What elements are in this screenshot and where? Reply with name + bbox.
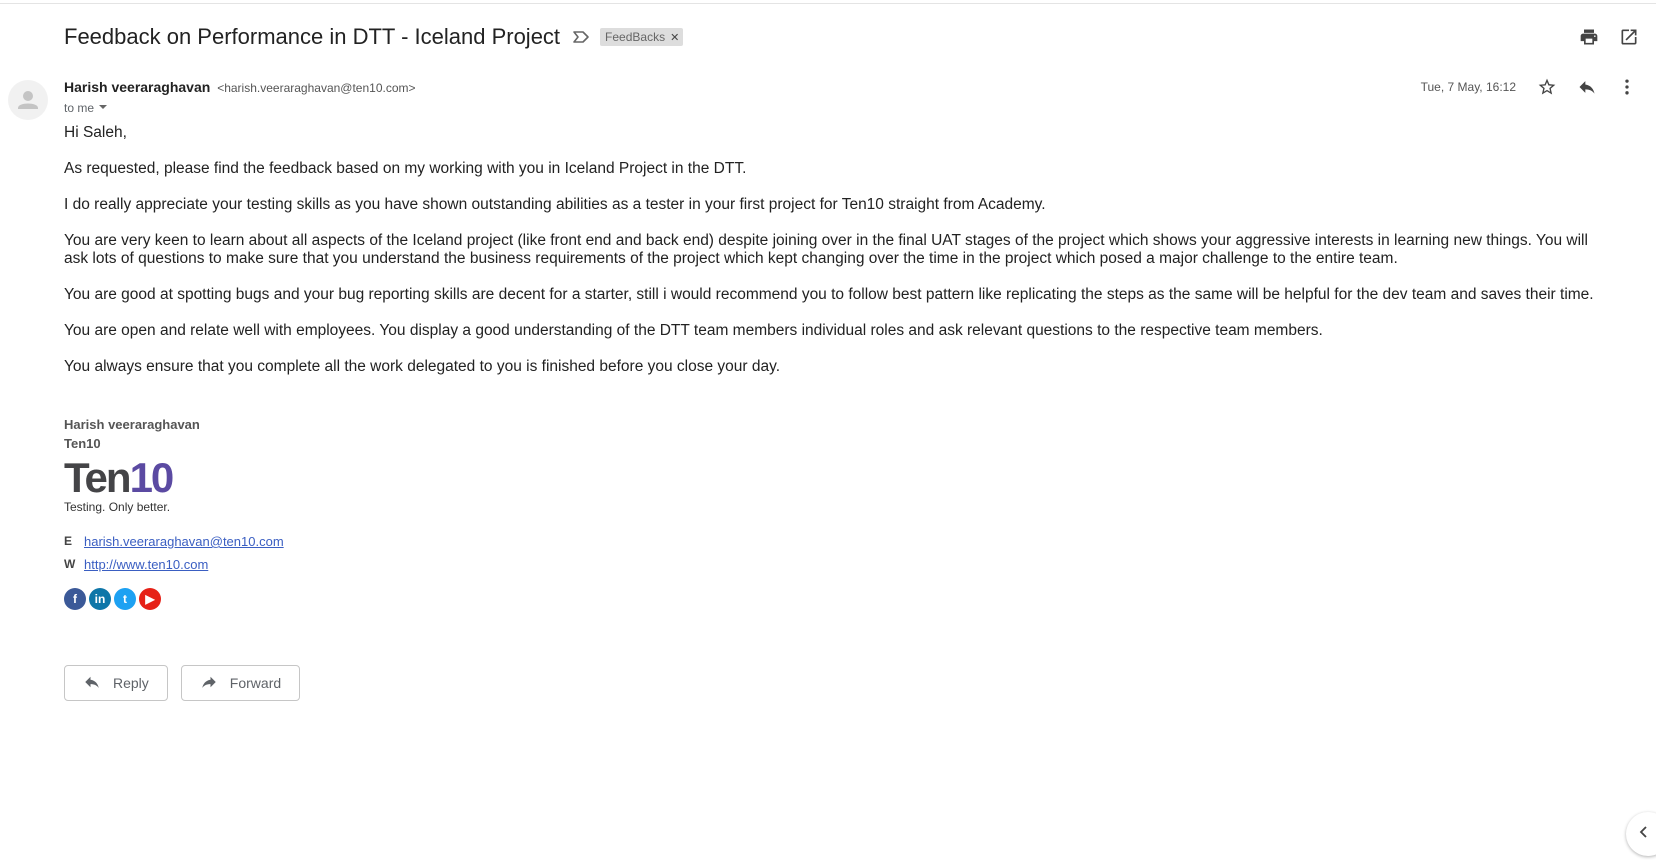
- reply-bar: Reply Forward: [64, 665, 301, 701]
- facebook-icon[interactable]: f: [64, 588, 86, 610]
- twitter-icon[interactable]: t: [114, 588, 136, 610]
- signature-contact: E harish.veeraraghavan@ten10.com W http:…: [64, 530, 284, 576]
- reply-button[interactable]: Reply: [64, 665, 168, 701]
- body-paragraph: As requested, please find the feedback b…: [64, 160, 747, 177]
- side-panel-toggle[interactable]: [1626, 812, 1656, 856]
- sender-row: Harish veeraraghavan <harish.veeraraghav…: [64, 79, 416, 95]
- recipient-label: to me: [64, 101, 95, 115]
- logo-part-10: 10: [129, 454, 175, 501]
- recipient-details-toggle[interactable]: to me: [64, 101, 108, 115]
- body-paragraph: I do really appreciate your testing skil…: [64, 196, 1046, 213]
- body-paragraph: You are open and relate well with employ…: [64, 322, 1323, 339]
- message-date: Tue, 7 May, 16:12: [1420, 80, 1516, 94]
- signature: Harish veeraraghavan Ten10: [64, 415, 200, 453]
- company-logo: Ten10 Testing. Only better.: [64, 457, 174, 515]
- reply-button-label: Reply: [113, 675, 149, 691]
- subject-row: Feedback on Performance in DTT - Iceland…: [64, 22, 684, 52]
- logo-part-ten: Ten: [64, 454, 132, 501]
- label-chip-text: FeedBacks: [605, 30, 666, 44]
- contact-web-link[interactable]: http://www.ten10.com: [84, 553, 208, 576]
- email-body: Hi Saleh, As requested, please find the …: [64, 124, 1614, 394]
- signature-name: Harish veeraraghavan: [64, 417, 200, 432]
- chevron-left-icon: [1638, 825, 1650, 843]
- contact-email-row: E harish.veeraraghavan@ten10.com: [64, 530, 284, 553]
- label-chip[interactable]: FeedBacks ✕: [600, 28, 684, 46]
- sender-name[interactable]: Harish veeraraghavan: [64, 79, 210, 95]
- forward-arrow-icon: [200, 673, 218, 694]
- chevron-down-icon: [98, 101, 108, 115]
- forward-button[interactable]: Forward: [180, 665, 301, 701]
- body-paragraph: You always ensure that you complete all …: [64, 358, 781, 375]
- logo-tagline: Testing. Only better.: [64, 500, 171, 514]
- contact-web-key: W: [64, 557, 76, 571]
- open-in-new-window-icon[interactable]: [1618, 26, 1640, 48]
- contact-web-row: W http://www.ten10.com: [64, 553, 284, 576]
- reply-arrow-icon: [83, 673, 101, 694]
- forward-button-label: Forward: [229, 675, 282, 691]
- print-icon[interactable]: [1578, 26, 1600, 48]
- star-icon[interactable]: [1536, 76, 1558, 98]
- remove-label-icon[interactable]: ✕: [670, 31, 679, 44]
- body-paragraph: You are good at spotting bugs and your b…: [64, 286, 1594, 303]
- greeting: Hi Saleh,: [64, 124, 127, 141]
- sender-email: <harish.veeraraghavan@ten10.com>: [217, 81, 416, 95]
- reply-icon[interactable]: [1576, 76, 1598, 98]
- more-vertical-icon[interactable]: [1616, 76, 1638, 98]
- top-divider: [0, 3, 1656, 4]
- importance-marker-icon[interactable]: [572, 30, 590, 44]
- youtube-icon[interactable]: ▶: [139, 588, 161, 610]
- email-subject: Feedback on Performance in DTT - Iceland…: [64, 24, 561, 49]
- signature-company: Ten10: [64, 436, 101, 451]
- contact-email-key: E: [64, 534, 73, 548]
- linkedin-icon[interactable]: in: [89, 588, 111, 610]
- contact-email-link[interactable]: harish.veeraraghavan@ten10.com: [84, 530, 284, 553]
- body-paragraph: You are very keen to learn about all asp…: [64, 232, 1588, 267]
- thread-actions: [1578, 26, 1640, 48]
- avatar[interactable]: [8, 80, 48, 120]
- social-links: f in t ▶: [64, 588, 161, 610]
- logo-wordmark: Ten10: [64, 457, 174, 499]
- message-meta: Tue, 7 May, 16:12: [1421, 76, 1638, 98]
